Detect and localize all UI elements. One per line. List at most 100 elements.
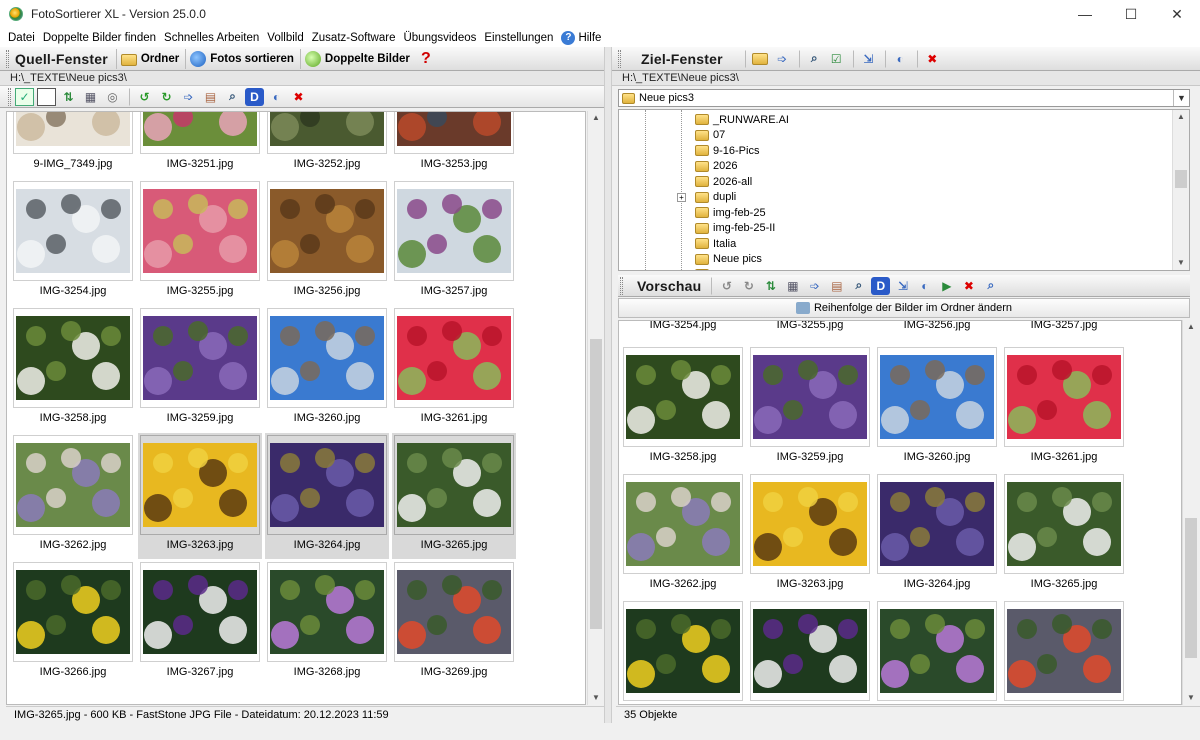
chevron-down-icon[interactable]: ▼ [1173,90,1189,106]
thumbnail-item[interactable]: IMG-3262.jpg [623,474,743,594]
thumbnail-item[interactable]: IMG-3261.jpg [1004,347,1124,467]
d-icon[interactable]: D [871,276,891,295]
grid-view-icon[interactable]: ▦ [81,88,100,106]
thumbnail-frame[interactable] [394,308,514,408]
tree-folder-item[interactable]: Neue pics [695,252,762,267]
thumbnail-frame[interactable] [267,181,387,281]
thumbnail-item[interactable]: IMG-3260.jpg [877,347,997,467]
tree-folder-item[interactable]: img-feb-25 [695,205,766,220]
thumbnail-item[interactable] [623,601,743,704]
delete-icon[interactable]: ✖ [959,277,978,295]
zoom-icon[interactable]: ⌕ [849,277,868,295]
maximize-button[interactable]: ☐ [1108,0,1154,28]
thumbnail-frame[interactable] [267,435,387,535]
thumbnail-frame[interactable] [877,601,997,701]
d-icon[interactable]: D [245,87,264,106]
source-scrollbar[interactable]: ▲ ▼ [587,111,604,705]
thumbnail-frame[interactable] [623,601,743,701]
menu-uebungsvideos[interactable]: Übungsvideos [399,32,480,44]
tree-scroll-thumb[interactable] [1175,170,1187,188]
move-icon[interactable]: ➩ [805,277,824,295]
swap-icon[interactable]: ◐ [891,50,910,68]
scroll-up-icon[interactable]: ▲ [1183,320,1199,334]
panel-splitter[interactable] [604,47,612,723]
thumbnail-frame[interactable] [13,562,133,662]
thumbnail-item[interactable]: IMG-3264.jpg [877,474,997,594]
tree-scrollbar[interactable]: ▲ ▼ [1172,110,1189,270]
rotate-right-icon[interactable]: ↻ [739,277,758,295]
scroll-down-icon[interactable]: ▼ [1173,256,1189,270]
tree-folder-item[interactable]: img-feb-25-II [695,221,775,236]
check-doc-icon[interactable]: ☑ [827,50,846,68]
thumbnail-item[interactable]: IMG-3265.jpg [392,433,516,559]
thumbnail-frame[interactable] [140,181,260,281]
help-red-icon[interactable]: ? [418,50,434,67]
thumbnail-item[interactable]: IMG-3259.jpg [140,308,260,428]
thumbnail-frame[interactable] [13,112,133,154]
menu-schnelles-arbeiten[interactable]: Schnelles Arbeiten [160,32,263,44]
menu-doppelte-bilder[interactable]: Doppelte Bilder finden [39,32,160,44]
thumbnail-item[interactable]: IMG-3258.jpg [13,308,133,428]
toolbar-grip[interactable] [618,49,621,68]
thumbnail-item[interactable]: IMG-3265.jpg [1004,474,1124,594]
preview-scroll-thumb[interactable] [1185,518,1197,658]
new-folder-icon[interactable] [751,50,770,68]
reorder-button[interactable]: Reihenfolge der Bilder im Ordner ändern [618,298,1190,318]
thumbnail-frame[interactable] [13,435,133,535]
thumbnail-frame[interactable] [267,308,387,408]
close-button[interactable]: ✕ [1154,0,1200,28]
menu-hilfe[interactable]: ? Hilfe [557,30,605,45]
menu-einstellungen[interactable]: Einstellungen [480,32,557,44]
settings-dial-icon[interactable]: ◎ [103,88,122,106]
thumbnail-item[interactable]: IMG-3252.jpg [267,112,387,174]
thumbnail-frame[interactable] [750,474,870,574]
expand-icon[interactable]: + [677,192,686,202]
iconbar-grip[interactable] [8,87,11,106]
export-icon[interactable]: ⇲ [859,50,878,68]
rotate-left-icon[interactable]: ↺ [717,277,736,295]
thumbnail-frame[interactable] [140,562,260,662]
thumbnail-item[interactable]: IMG-3268.jpg [267,562,387,682]
thumbnail-item[interactable]: IMG-3256.jpg [267,181,387,301]
search-folder-icon[interactable]: ⌕ [981,277,1000,295]
move-icon[interactable]: ➩ [773,50,792,68]
thumbnail-frame[interactable] [750,601,870,701]
thumbnail-frame[interactable] [1004,347,1124,447]
tree-folder-item[interactable]: 2026 [695,159,737,174]
tree-folder-item[interactable]: 2026-all [695,174,752,189]
sort-updown-icon[interactable]: ⇅ [59,88,78,106]
thumbnail-item[interactable]: IMG-3254.jpg [13,181,133,301]
move-icon[interactable]: ➩ [179,88,198,106]
thumbnail-item[interactable] [750,601,870,704]
thumbnail-frame[interactable] [140,435,260,535]
thumbnail-frame[interactable] [394,112,514,154]
thumbnail-item[interactable]: IMG-3267.jpg [140,562,260,682]
thumbnail-item[interactable]: IMG-3263.jpg [750,474,870,594]
minimize-button[interactable]: — [1062,0,1108,28]
rotate-right-icon[interactable]: ↻ [157,88,176,106]
thumbnail-item[interactable]: 9-IMG_7349.jpg [13,112,133,174]
swap-icon[interactable]: ◐ [267,88,286,106]
thumbnail-frame[interactable] [623,474,743,574]
thumbnail-frame[interactable] [13,181,133,281]
sort-updown-icon[interactable]: ⇅ [761,277,780,295]
grid-view-icon[interactable]: ▦ [783,277,802,295]
delete-icon[interactable]: ✖ [289,88,308,106]
swap-icon[interactable]: ◐ [915,277,934,295]
tree-folder-item[interactable]: dupli [695,190,736,205]
tree-folder-item[interactable]: 07 [695,128,725,143]
thumbnail-item[interactable]: IMG-3259.jpg [750,347,870,467]
thumbnail-frame[interactable] [1004,601,1124,701]
thumbnail-frame[interactable] [140,112,260,154]
scroll-down-icon[interactable]: ▼ [1183,691,1199,705]
thumbnail-frame[interactable] [13,308,133,408]
scroll-up-icon[interactable]: ▲ [1173,110,1189,124]
thumbnail-frame[interactable] [267,112,387,154]
sort-photos-button[interactable]: Fotos sortieren [185,48,298,69]
menu-datei[interactable]: Datei [4,32,39,44]
toolbar-grip[interactable] [620,276,623,295]
menu-vollbild[interactable]: Vollbild [263,32,307,44]
thumbnail-item[interactable]: IMG-3264.jpg [265,433,389,559]
scroll-up-icon[interactable]: ▲ [588,111,604,125]
duplicates-button[interactable]: Doppelte Bilder [299,48,414,69]
